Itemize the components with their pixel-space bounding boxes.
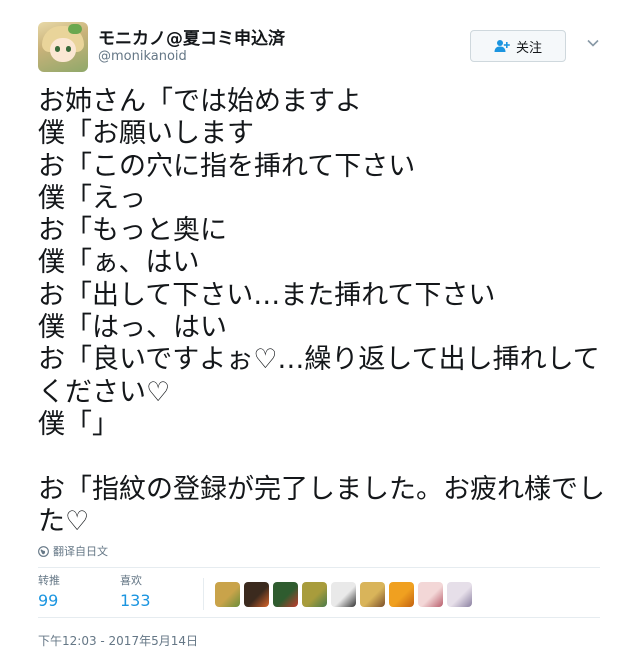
liker-avatars (215, 582, 476, 607)
translation-label: 翻译自日文 (53, 545, 108, 558)
stats-top-divider (38, 567, 600, 568)
tweet-timestamp[interactable]: 下午12:03 - 2017年5月14日 (38, 632, 198, 649)
follow-button[interactable]: 关注 (470, 30, 566, 62)
retweet-label: 转推 (38, 574, 60, 587)
like-count[interactable]: 133 (120, 590, 151, 612)
tweet-text: お姉さん「では始めますよ 僕「お願いします お「この穴に指を挿れて下さい 僕「え… (38, 86, 605, 537)
liker-avatar[interactable] (273, 582, 298, 607)
screen-name[interactable]: @monikanoid (98, 49, 187, 64)
follow-label: 关注 (515, 40, 542, 56)
liker-avatar[interactable] (418, 582, 443, 607)
display-name[interactable]: モニカノ@夏コミ申込済 (98, 24, 285, 49)
liker-avatar[interactable] (244, 582, 269, 607)
translation-note[interactable]: 翻译自日文 (38, 543, 108, 559)
stats-bottom-divider (38, 617, 600, 618)
liker-avatar[interactable] (389, 582, 414, 607)
add-user-icon (494, 40, 510, 52)
tweet-header: モニカノ@夏コミ申込済 @monikanoid 关注 (38, 22, 620, 76)
globe-icon (38, 545, 49, 557)
retweet-stat[interactable]: 转推 99 (38, 574, 60, 612)
liker-avatar[interactable] (360, 582, 385, 607)
like-stat[interactable]: 喜欢 133 (120, 574, 151, 612)
user-avatar[interactable] (38, 22, 88, 72)
liker-avatar[interactable] (215, 582, 240, 607)
retweet-count[interactable]: 99 (38, 590, 60, 612)
chevron-down-icon[interactable] (586, 36, 600, 50)
liker-avatar[interactable] (447, 582, 472, 607)
liker-avatar[interactable] (331, 582, 356, 607)
stats-vertical-divider (203, 578, 204, 610)
liker-avatar[interactable] (302, 582, 327, 607)
like-label: 喜欢 (120, 574, 142, 587)
